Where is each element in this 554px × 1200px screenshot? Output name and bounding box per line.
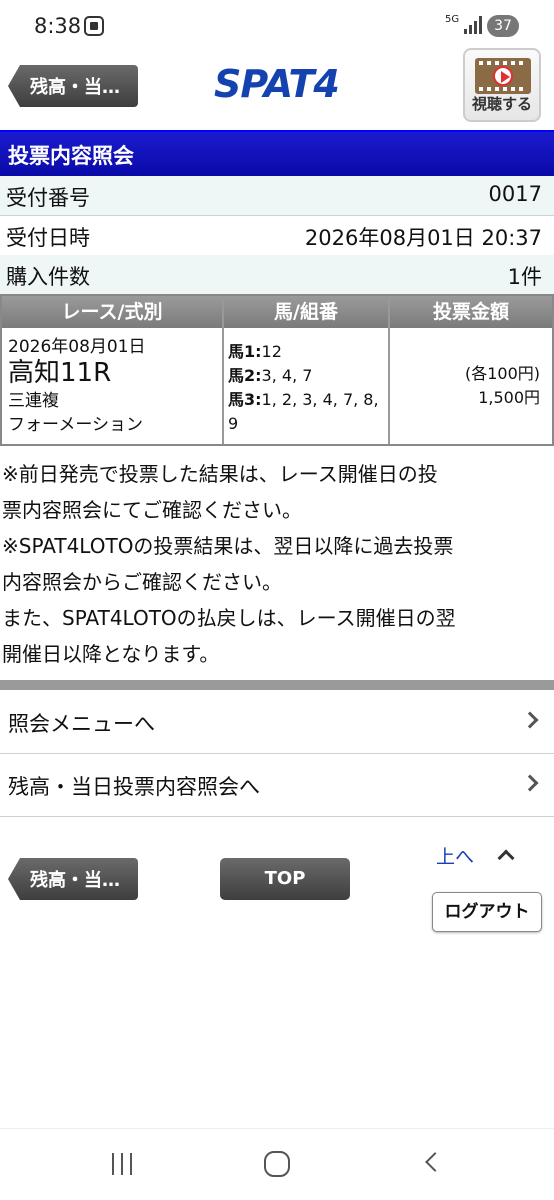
network-type: 5G [445, 14, 460, 25]
divider [222, 296, 224, 444]
info-label: 購入件数 [6, 265, 90, 289]
column-header: レース/式別 [61, 301, 163, 323]
table-header: レース/式別 馬/組番 投票金額 [2, 296, 552, 328]
horse-value: 12 [261, 342, 282, 361]
horse-line-continued: 9 [228, 414, 239, 433]
link-label: 照会メニューへ [8, 712, 155, 736]
info-value: 0017 [488, 182, 542, 206]
status-time: 8:38 [34, 14, 82, 38]
bet-type: 三連複 [8, 391, 59, 411]
recent-apps-icon[interactable] [110, 1153, 134, 1175]
info-label: 受付番号 [6, 186, 90, 210]
watch-video-button[interactable]: 視聴する [463, 48, 541, 122]
race-date: 2026年08月01日 [8, 337, 146, 357]
back-icon[interactable] [425, 1152, 445, 1172]
footer-back-button[interactable]: 残高・当… [8, 858, 138, 900]
chevron-right-icon [521, 774, 539, 792]
back-button-label: 残高・当… [30, 77, 120, 98]
race-cell: 2026年08月01日 高知11R 三連複 フォーメーション [8, 332, 146, 437]
horses-cell: 馬1:12 馬2:3, 4, 7 馬3:1, 2, 3, 4, 7, 8, 9 [228, 340, 388, 436]
notice-line: ※前日発売で投票した結果は、レース開催日の投 [2, 462, 438, 486]
notice-text: ※前日発売で投票した結果は、レース開催日の投 票内容照会にてご確認ください。 ※… [0, 456, 554, 672]
watch-label: 視聴する [471, 95, 532, 113]
column-header: 投票金額 [432, 301, 509, 323]
race-name: 高知11R [8, 358, 112, 388]
back-button-label: 残高・当… [30, 870, 120, 891]
amount-cell: (各100円) 1,500円 [465, 362, 540, 410]
divider [388, 296, 390, 444]
info-label: 受付日時 [6, 226, 90, 250]
inquiry-menu-link[interactable]: 照会メニューへ [0, 692, 554, 754]
play-icon [493, 66, 513, 86]
horse-line: 馬2:3, 4, 7 [228, 364, 388, 388]
chevron-right-icon [521, 711, 539, 729]
receipt-datetime-row: 受付日時 2026年08月01日 20:37 [0, 216, 554, 256]
column-header: 馬/組番 [274, 301, 338, 323]
spat4-logo[interactable]: SPAT4 [214, 62, 340, 106]
horse-value: 1, 2, 3, 4, 7, 8, [261, 390, 379, 409]
scroll-up-link[interactable]: 上へ [436, 842, 474, 869]
notice-line: 票内容照会にてご確認ください。 [2, 498, 302, 522]
info-value: 1件 [507, 265, 542, 289]
horse-label: 馬2: [228, 366, 262, 385]
notice-line: また、SPAT4LOTOの払戻しは、レース開催日の翌 [2, 606, 456, 630]
balance-inquiry-link[interactable]: 残高・当日投票内容照会へ [0, 755, 554, 817]
bet-table: レース/式別 馬/組番 投票金額 2026年08月01日 高知11R 三連複 フ… [0, 294, 554, 446]
notice-line: 内容照会からご確認ください。 [2, 570, 282, 594]
battery-indicator: 37 [487, 15, 519, 37]
film-icon [475, 58, 531, 94]
horse-label: 馬3: [228, 390, 262, 409]
system-nav-bar [0, 1128, 554, 1200]
bet-method: フォーメーション [8, 415, 143, 435]
info-value: 2026年08月01日 20:37 [304, 226, 542, 250]
horse-line: 馬1:12 [228, 340, 388, 364]
notice-line: 開催日以降となります。 [2, 642, 220, 666]
purchase-count-row: 購入件数 1件 [0, 255, 554, 295]
page-title-band: 投票内容照会 [0, 130, 554, 176]
signal-icon [464, 16, 482, 34]
logout-button[interactable]: ログアウト [432, 892, 542, 932]
link-label: 残高・当日投票内容照会へ [8, 775, 260, 799]
screenshot-icon [84, 16, 104, 36]
chevron-up-icon[interactable] [497, 849, 515, 867]
horse-label: 馬1: [228, 342, 262, 361]
home-icon[interactable] [264, 1151, 290, 1177]
horse-value: 3, 4, 7 [261, 366, 313, 385]
amount-each: (各100円) [464, 364, 540, 383]
back-to-balance-button[interactable]: 残高・当… [8, 65, 138, 107]
page-title: 投票内容照会 [8, 144, 134, 168]
horse-line: 馬3:1, 2, 3, 4, 7, 8, [228, 388, 388, 412]
amount-total: 1,500円 [478, 388, 540, 407]
notice-line: ※SPAT4LOTOの投票結果は、翌日以降に過去投票 [2, 534, 454, 558]
top-button[interactable]: TOP [220, 858, 350, 900]
receipt-number-row: 受付番号 0017 [0, 176, 554, 216]
section-divider [0, 680, 554, 690]
